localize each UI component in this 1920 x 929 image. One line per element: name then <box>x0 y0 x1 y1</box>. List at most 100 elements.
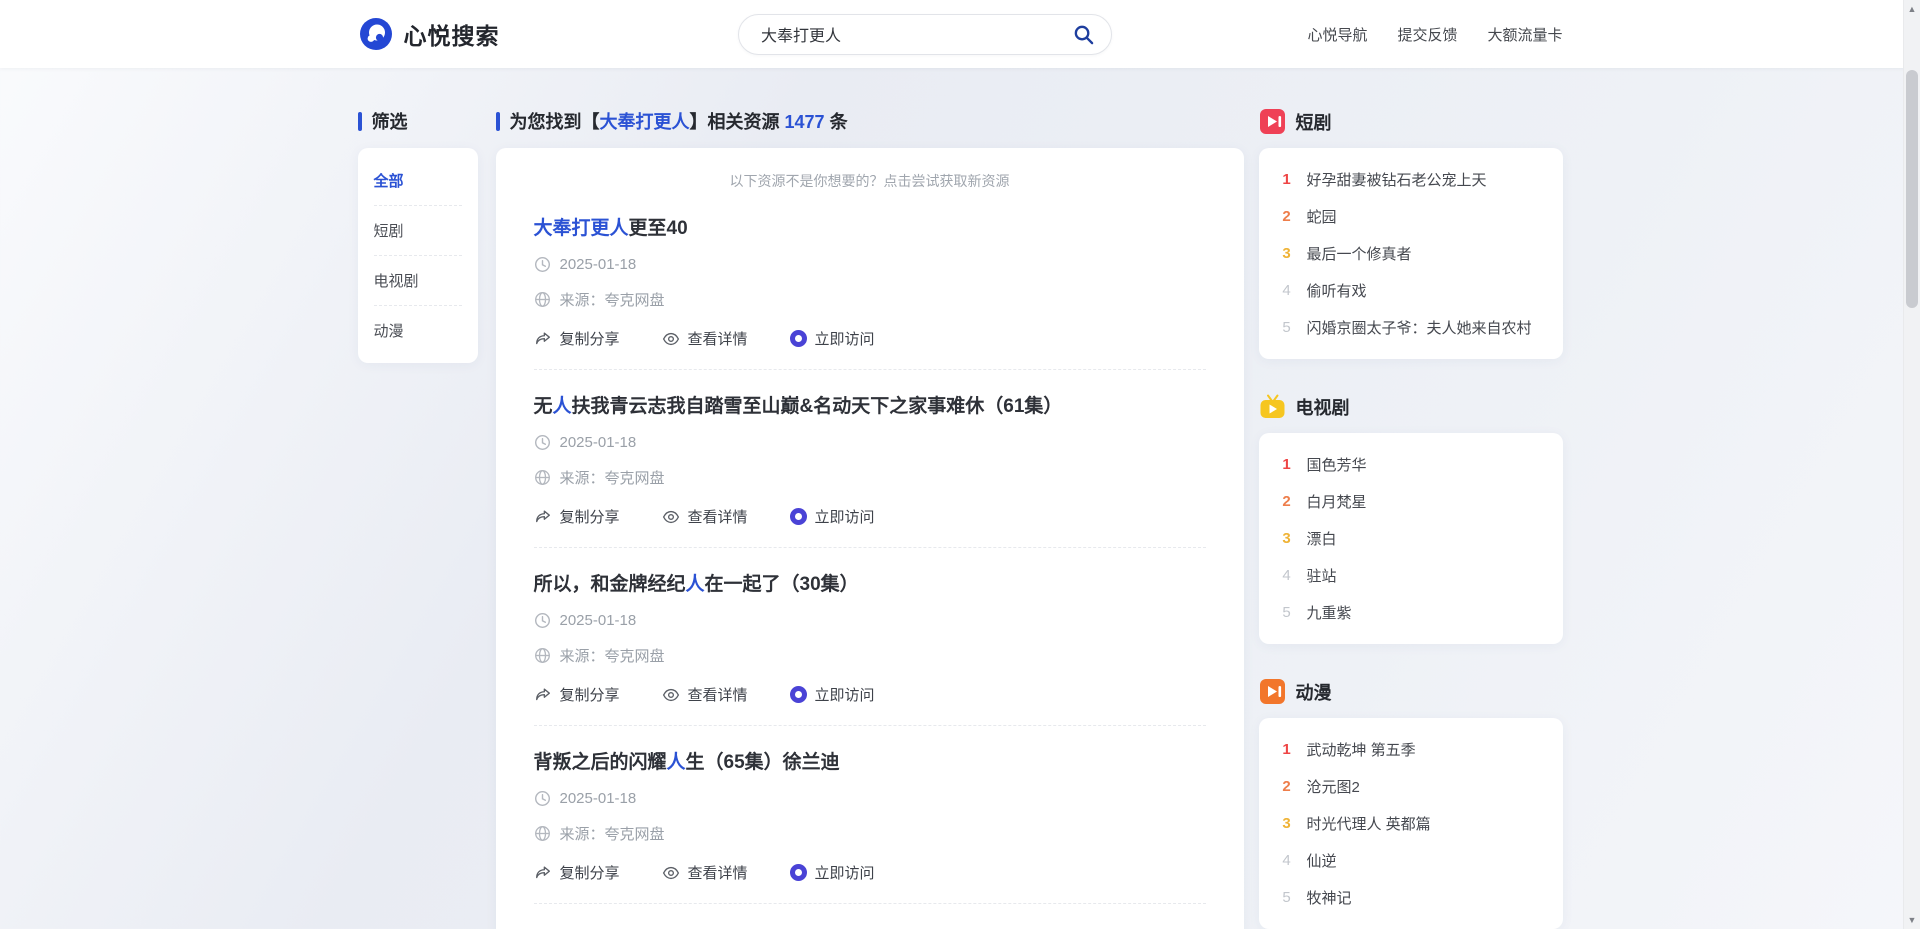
search-button[interactable] <box>1062 19 1105 50</box>
results-column: 为您找到【大奉打更人】相关资源 1477 条 以下资源不是你想要的？点击尝试获取… <box>496 108 1244 929</box>
rank-item[interactable]: 5闪婚京圈太子爷：夫人她来自农村 <box>1279 309 1543 346</box>
rank-item[interactable]: 1好孕甜妻被钻石老公宠上天 <box>1279 161 1543 198</box>
result-item: 所以，和金牌经纪人在一起了（30集） 2025-01-18 来源：夸克网盘 复制… <box>534 548 1206 726</box>
rank-item-label: 驻站 <box>1307 565 1337 586</box>
result-date: 2025-01-18 <box>560 256 637 273</box>
result-title-link[interactable]: 背叛之后的闪耀人生（65集）徐兰迪 <box>534 747 1206 774</box>
refresh-hint-link[interactable]: 以下资源不是你想要的？点击尝试获取新资源 <box>534 148 1206 192</box>
rank-item[interactable]: 2蛇园 <box>1279 198 1543 235</box>
view-detail-button[interactable]: 查看详情 <box>662 328 748 349</box>
visit-now-button[interactable]: 立即访问 <box>790 328 875 349</box>
result-title-link[interactable]: 所以，和金牌经纪人在一起了（30集） <box>534 569 1206 596</box>
search-icon <box>1072 23 1095 46</box>
rank-list: 1武动乾坤 第五季 2 沧元图2 3时光代理人 英都篇4仙逆5牧神记 <box>1259 718 1563 929</box>
visit-now-button[interactable]: 立即访问 <box>790 506 875 527</box>
share-icon <box>534 864 552 882</box>
result-item: 背叛之后的闪耀人生（65集）徐兰迪 2025-01-18 来源：夸克网盘 复制分… <box>534 726 1206 904</box>
globe-icon <box>534 825 551 842</box>
result-title-link[interactable]: 家族将亡，植物人的我苏醒了（33集） <box>534 925 1206 929</box>
search-box <box>738 14 1112 55</box>
rank-item[interactable]: 3时光代理人 英都篇 <box>1279 805 1543 842</box>
view-detail-label: 查看详情 <box>688 862 748 883</box>
rank-number: 2 <box>1279 778 1295 795</box>
rank-item[interactable]: 3漂白 <box>1279 520 1543 557</box>
rank-item[interactable]: 4仙逆 <box>1279 842 1543 879</box>
view-detail-button[interactable]: 查看详情 <box>662 684 748 705</box>
result-item: 大奉打更人更至40 2025-01-18 来源：夸克网盘 复制分享 <box>534 192 1206 370</box>
filter-item-all[interactable]: 全部 <box>374 156 462 206</box>
rank-item[interactable]: 4驻站 <box>1279 557 1543 594</box>
visit-now-label: 立即访问 <box>815 862 875 883</box>
title-text: 扶我青云志我自踏雪至山巅&名动天下之家事难休（61集） <box>572 396 1063 417</box>
title-highlight: 人 <box>553 396 572 417</box>
copy-share-button[interactable]: 复制分享 <box>534 862 620 883</box>
result-actions: 复制分享 查看详情 立即访问 <box>534 506 1206 527</box>
title-text: 生（65集）徐兰迪 <box>686 752 840 773</box>
copy-share-button[interactable]: 复制分享 <box>534 684 620 705</box>
visit-now-label: 立即访问 <box>815 328 875 349</box>
rank-number: 5 <box>1279 604 1295 621</box>
tv-icon <box>1259 393 1286 420</box>
result-source-row: 来源：夸克网盘 <box>534 289 1206 310</box>
result-title-link[interactable]: 大奉打更人更至40 <box>534 213 1206 240</box>
view-detail-button[interactable]: 查看详情 <box>662 506 748 527</box>
filter-card: 全部 短剧 电视剧 动漫 <box>358 148 478 363</box>
copy-share-button[interactable]: 复制分享 <box>534 506 620 527</box>
logo-text: 心悦搜索 <box>404 17 500 51</box>
right-sidebar: 短剧 1好孕甜妻被钻石老公宠上天2蛇园3最后一个修真者4偷听有戏5闪婚京圈太子爷… <box>1259 108 1563 929</box>
rank-list: 1好孕甜妻被钻石老公宠上天2蛇园3最后一个修真者4偷听有戏5闪婚京圈太子爷：夫人… <box>1259 148 1563 359</box>
clock-icon <box>534 790 551 807</box>
result-list: 大奉打更人更至40 2025-01-18 来源：夸克网盘 复制分享 <box>534 192 1206 929</box>
rank-section-title: 电视剧 <box>1296 394 1350 420</box>
rank-item[interactable]: 4偷听有戏 <box>1279 272 1543 309</box>
visit-now-button[interactable]: 立即访问 <box>790 684 875 705</box>
eye-icon <box>662 864 680 882</box>
rank-section: 短剧 1好孕甜妻被钻石老公宠上天2蛇园3最后一个修真者4偷听有戏5闪婚京圈太子爷… <box>1259 108 1563 359</box>
share-icon <box>534 330 552 348</box>
rank-number: 1 <box>1279 171 1295 188</box>
results-title: 为您找到【大奉打更人】相关资源 1477 条 <box>510 108 848 134</box>
title-text: 在一起了（30集） <box>705 574 859 595</box>
result-source-row: 来源：夸克网盘 <box>534 645 1206 666</box>
target-circle-icon <box>790 864 807 881</box>
target-circle-icon <box>790 330 807 347</box>
filter-item-anime[interactable]: 动漫 <box>374 306 462 355</box>
filter-item-tv-series[interactable]: 电视剧 <box>374 256 462 306</box>
clock-icon <box>534 612 551 629</box>
copy-share-button[interactable]: 复制分享 <box>534 328 620 349</box>
search-input[interactable] <box>761 25 1062 43</box>
rank-item[interactable]: 5九重紫 <box>1279 594 1543 631</box>
rank-item-label: 仙逆 <box>1307 850 1337 871</box>
rank-item[interactable]: 3最后一个修真者 <box>1279 235 1543 272</box>
copy-share-label: 复制分享 <box>560 328 620 349</box>
scrollbar-track[interactable]: ▲ ▼ <box>1903 0 1920 929</box>
rank-item-label: 漂白 <box>1307 528 1337 549</box>
nav-link-data-card[interactable]: 大额流量卡 <box>1487 24 1562 45</box>
logo[interactable]: 心悦搜索 <box>358 16 588 52</box>
rank-item[interactable]: 1国色芳华 <box>1279 446 1543 483</box>
nav-link-navigation[interactable]: 心悦导航 <box>1307 24 1367 45</box>
logo-icon <box>358 16 394 52</box>
rank-list: 1国色芳华2白月梵星3漂白4驻站5九重紫 <box>1259 433 1563 644</box>
rank-item[interactable]: 5牧神记 <box>1279 879 1543 916</box>
rank-item-label: 白月梵星 <box>1307 491 1367 512</box>
visit-now-button[interactable]: 立即访问 <box>790 862 875 883</box>
result-source: 来源：夸克网盘 <box>560 467 665 488</box>
rank-item[interactable]: 1武动乾坤 第五季 <box>1279 731 1543 768</box>
rank-item[interactable]: 2白月梵星 <box>1279 483 1543 520</box>
results-count: 1477 <box>785 112 825 132</box>
rank-number: 2 <box>1279 208 1295 225</box>
rank-item[interactable]: 2 沧元图2 <box>1279 768 1543 805</box>
nav-link-feedback[interactable]: 提交反馈 <box>1397 24 1457 45</box>
result-source: 来源：夸克网盘 <box>560 823 665 844</box>
result-title-link[interactable]: 无人扶我青云志我自踏雪至山巅&名动天下之家事难休（61集） <box>534 391 1206 418</box>
title-text: 背叛之后的闪耀 <box>534 752 667 773</box>
view-detail-button[interactable]: 查看详情 <box>662 862 748 883</box>
rank-item-label: 沧元图2 <box>1307 776 1360 797</box>
scroll-up-arrow-icon[interactable]: ▲ <box>1904 2 1920 16</box>
top-header: 心悦搜索 心悦导航 提交反馈 大额流量卡 <box>0 0 1920 68</box>
eye-icon <box>662 330 680 348</box>
scroll-down-arrow-icon[interactable]: ▼ <box>1904 913 1920 927</box>
filter-item-short-drama[interactable]: 短剧 <box>374 206 462 256</box>
scrollbar-thumb[interactable] <box>1906 70 1918 308</box>
